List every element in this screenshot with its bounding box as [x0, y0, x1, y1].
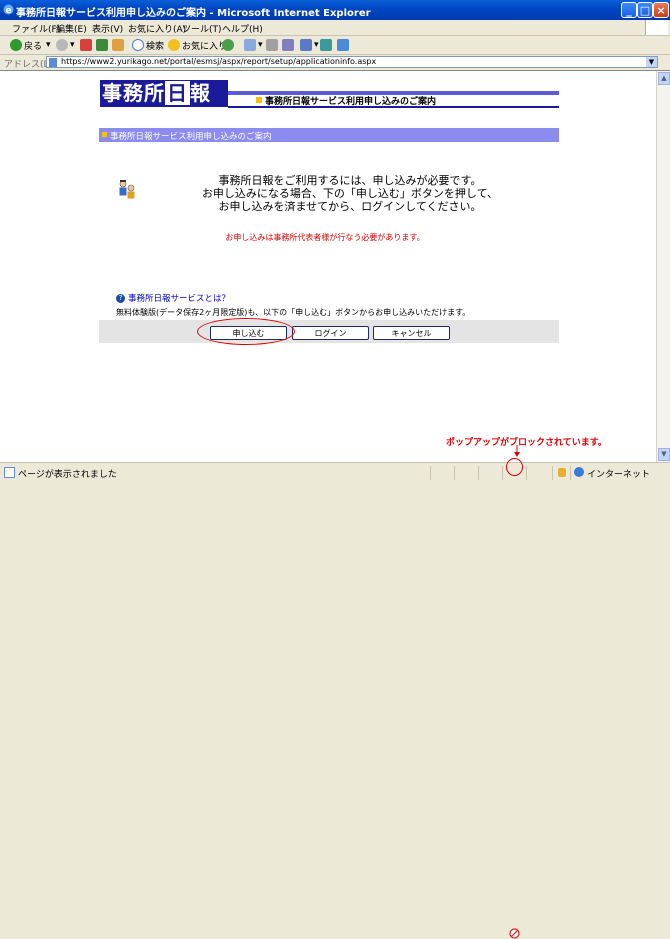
- svg-text:e: e: [6, 6, 12, 15]
- help-question-icon: ?: [116, 293, 125, 303]
- home-icon: [112, 39, 124, 51]
- mail-icon: [244, 39, 256, 51]
- menu-tools[interactable]: ツール(T): [182, 22, 222, 35]
- stop-button[interactable]: [80, 38, 94, 52]
- logo-text-a: 事務所: [102, 81, 165, 105]
- edit-button[interactable]: [282, 38, 296, 52]
- cancel-button[interactable]: キャンセル: [373, 326, 450, 340]
- message-line: 事務所日報をご利用するには、申し込みが必要です。: [218, 174, 482, 187]
- font-button[interactable]: ▾: [300, 38, 319, 52]
- instruction-message: 事務所日報をご利用するには、申し込みが必要です。 お申し込みになる場合、下の「申…: [200, 174, 500, 213]
- forward-button[interactable]: ▾: [56, 38, 75, 52]
- address-input[interactable]: https://www2.yurikago.net/portal/esmsj/a…: [46, 56, 658, 68]
- scroll-up-icon[interactable]: ▲: [658, 72, 670, 85]
- favorites-button[interactable]: お気に入り: [168, 38, 227, 52]
- favorites-star-icon: [168, 39, 180, 51]
- windows-logo-icon: [645, 20, 668, 35]
- service-info-link-text[interactable]: 事務所日報サービスとは？: [128, 292, 230, 304]
- print-icon: [266, 39, 278, 51]
- address-bar: アドレス(D) https://www2.yurikago.net/portal…: [0, 55, 670, 71]
- site-logo: 事務所日報: [100, 80, 228, 107]
- menu-favorites[interactable]: お気に入り(A): [128, 22, 186, 35]
- lock-icon: [558, 468, 566, 477]
- menu-help[interactable]: ヘルプ(H): [222, 22, 263, 35]
- section-title: 事務所日報サービス利用申し込みのご案内: [110, 132, 272, 142]
- yellow-square-icon: [102, 132, 107, 137]
- popup-icon-highlight-circle: [506, 458, 523, 476]
- message-line: お申し込みになる場合、下の「申し込む」ボタンを押して、: [201, 187, 499, 200]
- font-icon: [300, 39, 312, 51]
- ie-icon: e: [3, 4, 14, 15]
- menu-view[interactable]: 表示(V): [92, 22, 123, 35]
- back-button[interactable]: 戻る ▾: [10, 38, 51, 52]
- toolbar: 戻る ▾ ▾ 検索 お気に入り ▾ ▾: [0, 36, 670, 55]
- mail-button[interactable]: ▾: [244, 38, 263, 52]
- stop-icon: [80, 39, 92, 51]
- message-line: お申し込みを済ませてから、ログインしてください。: [218, 200, 482, 213]
- login-button[interactable]: ログイン: [292, 326, 369, 340]
- page-done-icon: [4, 467, 15, 478]
- back-arrow-icon: [10, 39, 22, 51]
- search-button[interactable]: 検索: [132, 38, 164, 52]
- status-bar: ページが表示されました インターネット: [0, 462, 670, 939]
- logo-text-b: 日: [165, 81, 190, 105]
- header-caption-bar: 事務所日報サービス利用申し込みのご案内: [228, 91, 559, 108]
- research-icon: [320, 39, 332, 51]
- apply-highlight-circle: [197, 318, 295, 345]
- address-url: https://www2.yurikago.net/portal/esmsj/a…: [61, 57, 377, 66]
- search-icon: [132, 39, 144, 51]
- zone-text: インターネット: [587, 470, 651, 480]
- header-caption: 事務所日報サービス利用申し込みのご案内: [265, 97, 437, 107]
- menu-edit[interactable]: 編集(E): [56, 22, 87, 35]
- popup-blocked-annotation: ポップアップがブロックされています。: [446, 438, 607, 448]
- window-title-bar[interactable]: e 事務所日報サービス利用申し込みのご案内 - Microsoft Intern…: [0, 0, 670, 20]
- refresh-button[interactable]: [96, 38, 110, 52]
- free-trial-text: 無料体験版(データ保存2ヶ月限定版)も、以下の「申し込む」ボタンからお申し込みい…: [116, 308, 471, 317]
- status-text: ページが表示されました: [18, 470, 117, 480]
- minimize-button[interactable]: _: [621, 2, 637, 18]
- section-title-bar: 事務所日報サービス利用申し込みのご案内: [99, 128, 559, 142]
- maximize-button[interactable]: □: [637, 2, 653, 18]
- people-icon: [119, 180, 135, 199]
- messenger-button[interactable]: [337, 38, 351, 52]
- refresh-icon: [96, 39, 108, 51]
- internet-globe-icon: [574, 467, 584, 477]
- close-button[interactable]: ×: [653, 2, 669, 18]
- history-icon: [222, 39, 234, 51]
- menu-file[interactable]: ファイル(F): [12, 22, 60, 35]
- forward-arrow-icon: [56, 39, 68, 51]
- print-button[interactable]: [266, 38, 280, 52]
- representative-notice: お申し込みは事務所代表者様が行なう必要があります。: [225, 233, 425, 242]
- history-button[interactable]: [222, 38, 236, 52]
- edit-icon: [282, 39, 294, 51]
- vertical-scrollbar[interactable]: ▲ ▼: [656, 71, 670, 462]
- page-icon: [49, 58, 57, 67]
- down-arrow-icon: [514, 445, 520, 457]
- research-button[interactable]: [320, 38, 334, 52]
- service-info-link[interactable]: ? 事務所日報サービスとは？: [116, 292, 230, 304]
- window-title: 事務所日報サービス利用申し込みのご案内 - Microsoft Internet…: [16, 8, 371, 19]
- scroll-down-icon[interactable]: ▼: [658, 448, 670, 461]
- home-button[interactable]: [112, 38, 126, 52]
- menu-bar: ファイル(F) 編集(E) 表示(V) お気に入り(A) ツール(T) ヘルプ(…: [0, 20, 670, 36]
- address-dropdown-icon[interactable]: ▼: [646, 57, 657, 67]
- yellow-square-icon: [256, 97, 262, 103]
- logo-text-c: 報: [190, 81, 211, 105]
- messenger-icon: [337, 39, 349, 51]
- popup-blocked-icon[interactable]: [509, 928, 520, 939]
